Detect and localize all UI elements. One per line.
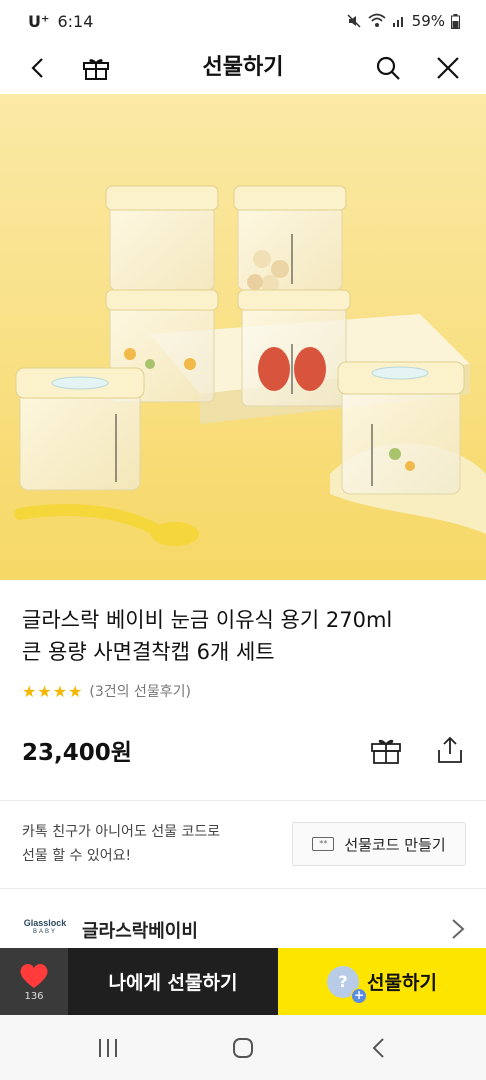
signal-icon — [392, 17, 403, 27]
heart-icon — [20, 963, 48, 988]
nav-back-icon — [372, 1037, 385, 1058]
status-left: U⁺ 6:14 — [28, 12, 93, 31]
share-button[interactable] — [432, 732, 468, 768]
wishlist-button[interactable]: 136 — [0, 948, 68, 1015]
back-icon — [31, 58, 43, 78]
chevron-right-icon — [452, 919, 465, 939]
share-icon — [438, 736, 462, 763]
status-right: 59% — [346, 12, 460, 30]
wifi-icon — [368, 13, 386, 27]
gift-to-self-label: 나에게 선물하기 — [108, 972, 238, 994]
product-title: 글라스락 베이비 눈금 이유식 용기 270ml 큰 용량 사면결착캡 6개 세… — [22, 604, 472, 668]
brand-logo-text: Glasslock — [23, 918, 67, 928]
gift-wrap-button[interactable] — [368, 732, 404, 768]
price-actions — [368, 732, 468, 768]
top-app-bar: 선물하기 — [0, 42, 486, 94]
add-friend-icon: + — [351, 987, 368, 1004]
friend-avatar: ? + — [327, 965, 368, 1004]
create-gift-code-button[interactable]: ** 선물코드 만들기 — [292, 822, 466, 866]
wishlist-count: 136 — [24, 990, 44, 1002]
brand-chevron — [446, 917, 470, 941]
home-button[interactable] — [213, 1026, 273, 1070]
gift-code-section: 카톡 친구가 아니어도 선물 코드로 선물 할 수 있어요! ** 선물코드 만… — [0, 800, 486, 888]
brand-name: 글라스락베이비 — [82, 921, 198, 942]
status-bar: U⁺ 6:14 59% — [0, 0, 486, 42]
review-count: (3건의 선물후기) — [89, 684, 191, 700]
gift-code-message-line2: 선물 할 수 있어요! — [22, 848, 132, 864]
friend-avatar-glyph: ? — [338, 972, 348, 991]
gift-code-message: 카톡 친구가 아니어도 선물 코드로 선물 할 수 있어요! — [22, 820, 272, 868]
gift-to-self-button[interactable]: 나에게 선물하기 — [68, 948, 278, 1015]
gift-icon — [371, 739, 401, 764]
send-gift-label: 선물하기 — [367, 972, 437, 994]
battery-percent: 59% — [411, 12, 445, 30]
system-back-button[interactable] — [348, 1026, 408, 1070]
home-icon — [232, 1037, 253, 1058]
product-photo-illustration — [0, 94, 486, 580]
star-rating: ★★★★ — [22, 681, 84, 701]
divider — [0, 888, 486, 889]
product-title-line1: 글라스락 베이비 눈금 이유식 용기 270ml — [22, 608, 393, 632]
product-image[interactable] — [0, 94, 486, 580]
close-icon — [437, 57, 459, 79]
gift-icon — [83, 59, 109, 80]
brand-logo: Glasslock BABY — [20, 918, 70, 936]
system-nav-bar — [0, 1015, 486, 1080]
code-badge-icon: ** — [312, 837, 335, 851]
recents-icon — [98, 1038, 117, 1057]
product-title-line2: 큰 용량 사면결착캡 6개 세트 — [22, 640, 275, 664]
search-icon — [376, 56, 400, 80]
gift-box-button[interactable] — [72, 42, 120, 94]
review-summary[interactable]: ★★★★ (3건의 선물후기) — [22, 681, 191, 701]
create-gift-code-label: 선물코드 만들기 — [344, 835, 446, 854]
brand-row[interactable]: Glasslock BABY 글라스락베이비 — [0, 905, 486, 953]
mute-icon — [347, 14, 361, 28]
bottom-action-bar: 136 나에게 선물하기 ? + 선물하기 — [0, 948, 486, 1015]
brand-logo-subtext: BABY — [32, 929, 57, 935]
battery-icon — [451, 13, 460, 29]
send-gift-button[interactable]: ? + 선물하기 — [278, 948, 486, 1015]
search-button[interactable] — [364, 42, 412, 94]
product-price: 23,400원 — [22, 740, 132, 766]
back-button[interactable] — [14, 42, 62, 94]
recents-button[interactable] — [78, 1026, 138, 1070]
gift-code-message-line1: 카톡 친구가 아니어도 선물 코드로 — [22, 824, 221, 840]
clock: 6:14 — [57, 11, 94, 31]
close-button[interactable] — [424, 42, 472, 94]
carrier-label: U⁺ — [28, 11, 50, 31]
